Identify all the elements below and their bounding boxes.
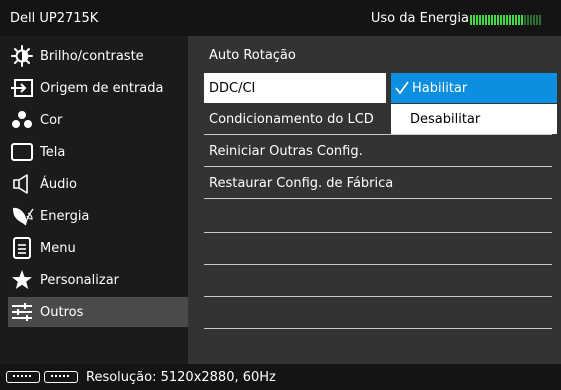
sidebar-item-color[interactable]: Cor — [8, 105, 188, 135]
energy-meter-segment — [527, 15, 529, 25]
energy-meter-segment — [488, 15, 490, 25]
energy-meter-segment — [515, 15, 517, 25]
monitor-model-title: Dell UP2715K — [10, 11, 99, 26]
energy-meter-segment — [518, 15, 520, 25]
displayport-connector-icon — [44, 371, 78, 383]
option-enable-label: Habilitar — [412, 80, 468, 96]
sidebar-item-energy[interactable]: Energia — [8, 201, 188, 231]
option-label: Reiniciar Outras Config. — [209, 144, 363, 159]
option-label: DDC/CI — [209, 80, 256, 96]
row-divider — [204, 264, 552, 265]
sidebar-item-label: Personalizar — [40, 272, 120, 288]
option-disable[interactable]: Desabilitar — [391, 104, 557, 134]
energy-meter-segment — [539, 15, 541, 25]
energy-meter-segment — [470, 15, 472, 25]
star-icon — [8, 269, 36, 291]
energy-meter-segment — [482, 15, 484, 25]
display-icon — [8, 141, 36, 163]
sidebar-item-menu[interactable]: Menu — [8, 233, 188, 263]
energy-meter-segment — [503, 15, 505, 25]
option-label: Auto Rotação — [209, 47, 296, 63]
sidebar-item-label: Brilho/contraste — [40, 48, 144, 64]
sidebar-item-display[interactable]: Tela — [8, 137, 188, 167]
option-label: Restaurar Config. de Fábrica — [209, 176, 394, 191]
energy-meter-segment — [530, 15, 532, 25]
ddc-ci-submenu: Habilitar Desabilitar — [391, 73, 557, 134]
energy-meter-segment — [479, 15, 481, 25]
speaker-icon — [8, 173, 36, 195]
sidebar-item-label: Energia — [40, 208, 90, 224]
energy-meter-segment — [494, 15, 496, 25]
menu-icon — [8, 237, 36, 259]
resolution-text: Resolução: 5120x2880, 60Hz — [86, 369, 276, 385]
status-bar: Resolução: 5120x2880, 60Hz — [0, 364, 561, 390]
sidebar-item-label: Outros — [40, 304, 84, 320]
sidebar-item-label: Menu — [40, 240, 76, 256]
energy-usage-meter — [470, 15, 552, 25]
brightness-icon — [8, 45, 36, 67]
energy-meter-segment — [506, 15, 508, 25]
sliders-icon — [8, 301, 36, 323]
checkmark-icon — [395, 81, 409, 95]
sidebar: Brilho/contraste Origem de entrada Cor T… — [0, 36, 188, 364]
sidebar-item-label: Cor — [40, 112, 63, 128]
sidebar-item-label: Tela — [40, 144, 66, 160]
title-bar: Dell UP2715K Uso da Energia — [0, 0, 561, 36]
row-divider — [204, 296, 552, 297]
option-disable-label: Desabilitar — [410, 111, 481, 127]
energy-meter-segment — [497, 15, 499, 25]
sidebar-item-others[interactable]: Outros — [8, 297, 188, 327]
energy-meter-segment — [521, 15, 523, 25]
option-auto-rotation[interactable]: Auto Rotação — [204, 40, 552, 70]
energy-meter-segment — [509, 15, 511, 25]
energy-leaf-icon — [8, 205, 36, 227]
option-ddc-ci[interactable]: DDC/CI — [204, 73, 386, 103]
option-factory-reset[interactable]: Restaurar Config. de Fábrica — [204, 169, 552, 199]
sidebar-item-label: Áudio — [40, 176, 77, 192]
displayport-connector-icon — [6, 371, 40, 383]
monitor-osd: Dell UP2715K Uso da Energia Brilho/contr… — [0, 0, 561, 390]
option-label: Condicionamento do LCD — [209, 112, 374, 127]
energy-meter-segment — [491, 15, 493, 25]
color-icon — [8, 109, 36, 131]
sidebar-item-audio[interactable]: Áudio — [8, 169, 188, 199]
sidebar-item-brightness-contrast[interactable]: Brilho/contraste — [8, 41, 188, 71]
energy-meter-segment — [500, 15, 502, 25]
energy-meter-segment — [524, 15, 526, 25]
row-divider — [204, 232, 552, 233]
energy-meter-segment — [485, 15, 487, 25]
energy-meter-segment — [536, 15, 538, 25]
option-reset-other-settings[interactable]: Reiniciar Outras Config. — [204, 137, 552, 167]
option-enable[interactable]: Habilitar — [391, 73, 557, 103]
input-source-icon — [8, 77, 36, 99]
energy-meter-segment — [476, 15, 478, 25]
energy-meter-segment — [533, 15, 535, 25]
sidebar-item-input-source[interactable]: Origem de entrada — [8, 73, 188, 103]
energy-usage-label: Uso da Energia — [370, 11, 469, 26]
sidebar-item-label: Origem de entrada — [40, 80, 164, 96]
row-divider — [204, 328, 552, 329]
sidebar-item-personalize[interactable]: Personalizar — [8, 265, 188, 295]
energy-meter-segment — [512, 15, 514, 25]
energy-meter-segment — [473, 15, 475, 25]
